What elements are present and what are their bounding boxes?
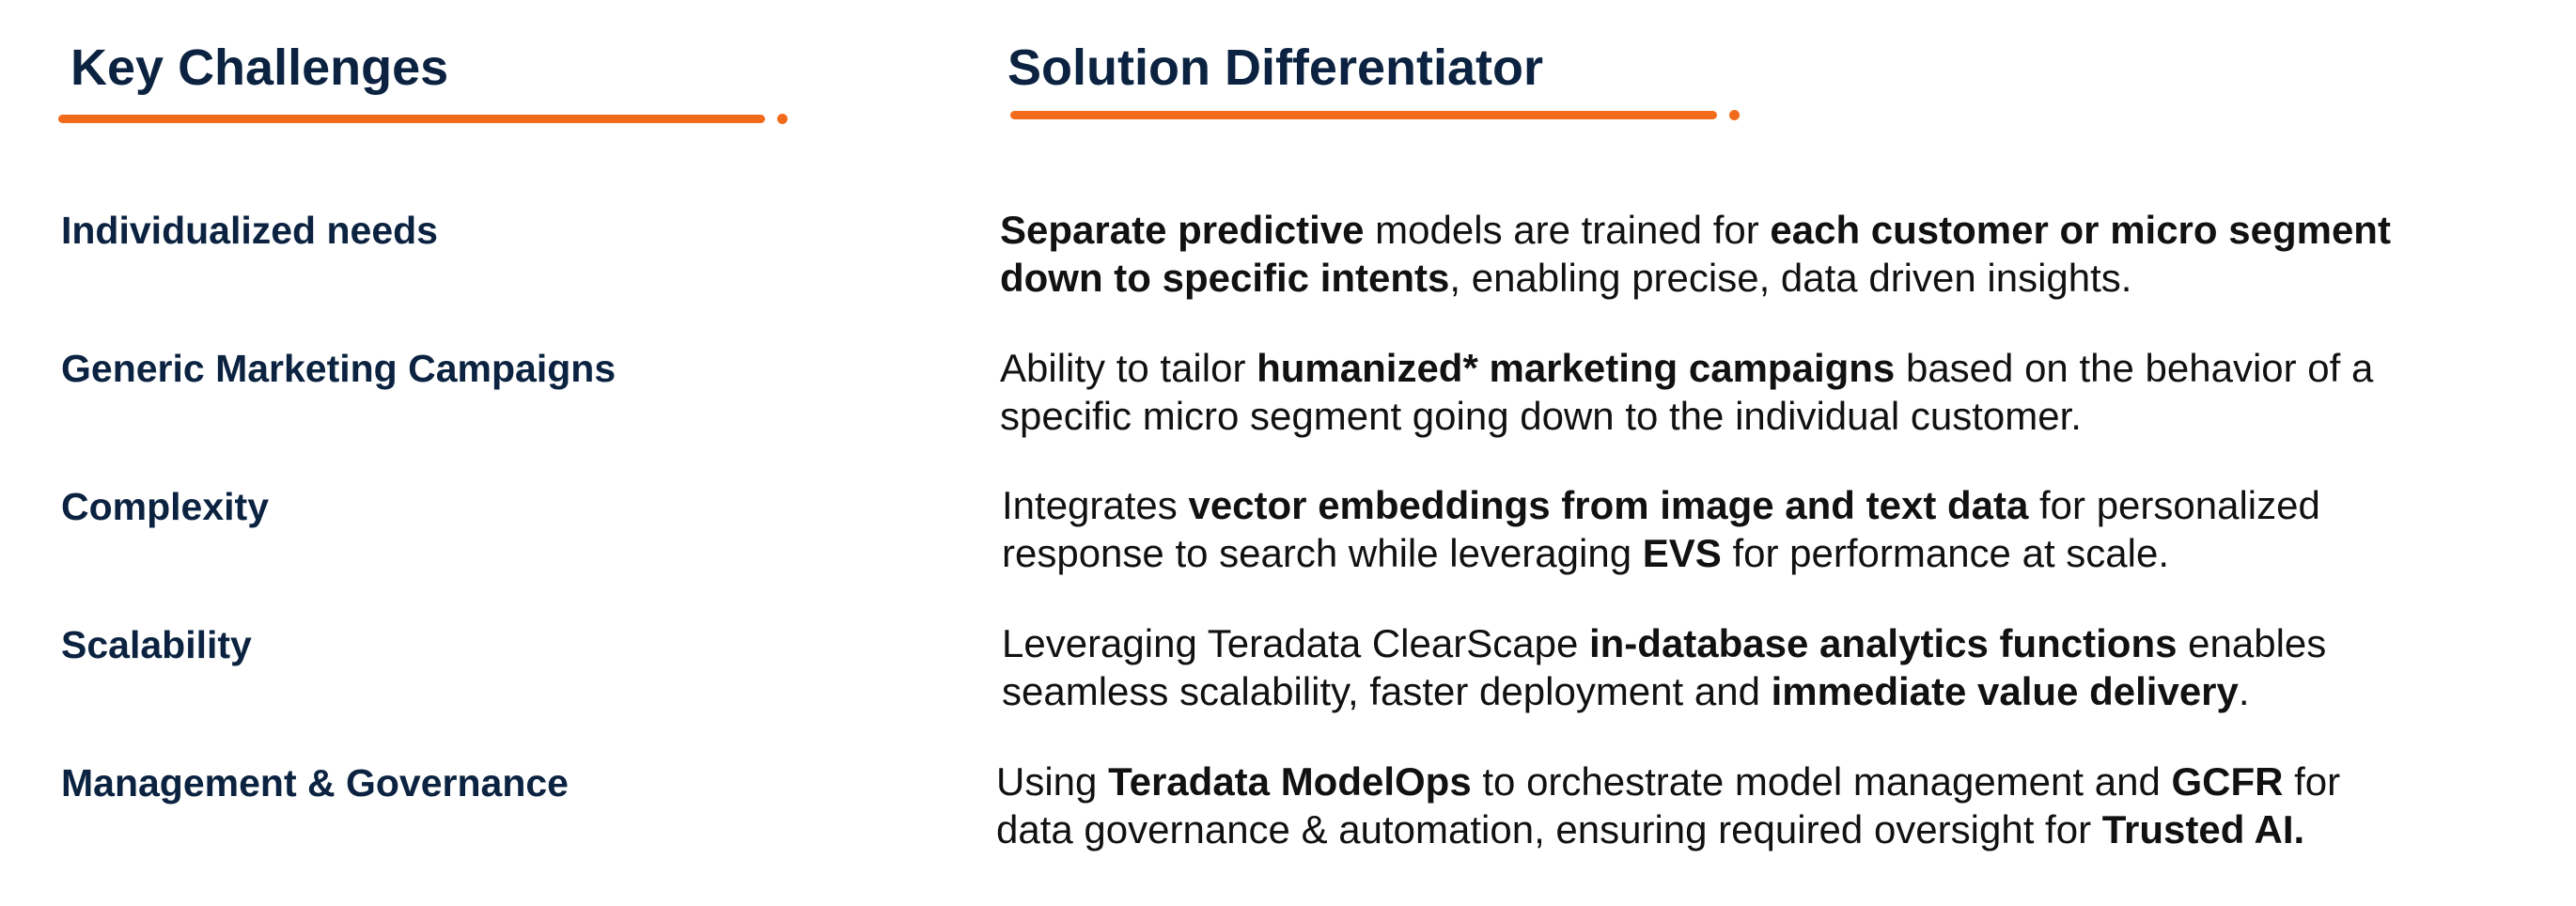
text: seamless scalability, faster deployment … <box>1002 669 1772 713</box>
key-challenges-heading: Key Challenges <box>70 39 449 96</box>
solution-line: Separate predictive models are trained f… <box>1000 206 2391 254</box>
text: data governance & automation, ensuring r… <box>996 807 2102 851</box>
text: Integrates <box>1002 483 1189 527</box>
text: . <box>2238 669 2250 713</box>
challenge-item: Generic Marketing Campaigns <box>61 347 617 390</box>
bold-text: Teradata ModelOps <box>1108 759 1472 804</box>
key-challenges-underline <box>58 115 765 123</box>
solution-differentiator-underline <box>1010 111 1717 119</box>
text: to orchestrate model management and <box>1471 759 2172 804</box>
solution-line: seamless scalability, faster deployment … <box>1002 667 2326 715</box>
key-challenges-underline-dot <box>777 114 788 124</box>
bold-text: immediate value delivery <box>1771 669 2239 713</box>
bold-text: in-database analytics functions <box>1588 621 2178 665</box>
bold-text: each customer or micro segment <box>1770 208 2391 252</box>
solution-line: specific micro segment going down to the… <box>1000 392 2373 440</box>
solution-item: Using Teradata ModelOps to orchestrate m… <box>996 758 2340 853</box>
solution-differentiator-heading: Solution Differentiator <box>1007 39 1543 96</box>
solution-item: Separate predictive models are trained f… <box>1000 206 2391 302</box>
text: response to search while leveraging <box>1002 531 1643 575</box>
solution-line: Using Teradata ModelOps to orchestrate m… <box>996 758 2340 805</box>
text: enables <box>2177 621 2327 665</box>
challenge-item: Scalability <box>61 623 252 666</box>
bold-text: Trusted AI. <box>2101 807 2305 851</box>
solution-line: response to search while leveraging EVS … <box>1002 529 2320 577</box>
solution-line: data governance & automation, ensuring r… <box>996 805 2340 853</box>
bold-text: vector embeddings from image and text da… <box>1188 483 2029 527</box>
text: for personalized <box>2028 483 2320 527</box>
bold-text: GCFR <box>2171 759 2284 804</box>
challenge-item: Individualized needs <box>61 209 438 252</box>
text: , enabling precise, data driven insights… <box>1449 256 2132 300</box>
challenge-item: Management & Governance <box>61 761 569 804</box>
solution-line: down to specific intents, enabling preci… <box>1000 254 2391 302</box>
solution-line: Integrates vector embeddings from image … <box>1002 481 2320 529</box>
text: specific micro segment going down to the… <box>1000 394 2082 438</box>
solution-differentiator-underline-dot <box>1729 110 1740 120</box>
solution-line: Ability to tailor humanized* marketing c… <box>1000 344 2373 392</box>
solution-item: Leveraging Teradata ClearScape in-databa… <box>1002 619 2326 715</box>
solution-item: Integrates vector embeddings from image … <box>1002 481 2320 577</box>
bold-text: EVS <box>1642 531 1722 575</box>
bold-text: Separate predictive <box>1000 208 1365 252</box>
bold-text: humanized* marketing campaigns <box>1257 346 1896 390</box>
text: Ability to tailor <box>1000 346 1257 390</box>
text: for performance at scale. <box>1721 531 2169 575</box>
solution-line: Leveraging Teradata ClearScape in-databa… <box>1002 619 2326 667</box>
text: Using <box>996 759 1109 804</box>
bold-text: down to specific intents <box>1000 256 1450 300</box>
text: models are trained for <box>1364 208 1771 252</box>
challenge-item: Complexity <box>61 485 269 528</box>
text: for <box>2283 759 2341 804</box>
text: Leveraging Teradata ClearScape <box>1002 621 1589 665</box>
text: based on the behavior of a <box>1895 346 2374 390</box>
solution-item: Ability to tailor humanized* marketing c… <box>1000 344 2373 440</box>
